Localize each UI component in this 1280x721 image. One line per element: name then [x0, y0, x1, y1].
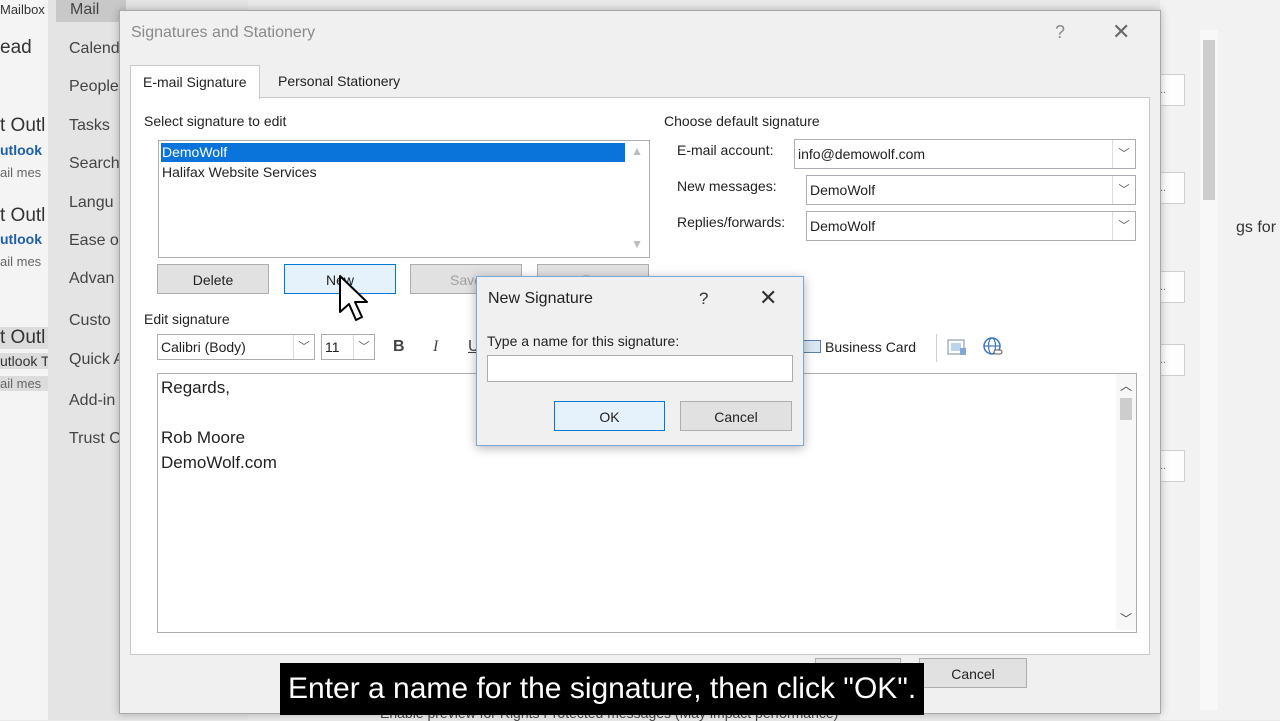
signature-list[interactable]: DemoWolf Halifax Website Services ▲ ▼	[158, 140, 650, 258]
nav-item-calendar[interactable]: Calend	[69, 40, 120, 58]
bg-scrollbar-thumb[interactable]	[1203, 40, 1215, 200]
toolbar-divider	[936, 334, 937, 362]
video-caption: Enter a name for the signature, then cli…	[280, 663, 925, 715]
nav-item-trust-center[interactable]: Trust C	[69, 430, 121, 448]
new-signature-cancel-button[interactable]: Cancel	[680, 401, 792, 431]
business-card-label: Business Card	[825, 339, 917, 355]
editor-scrollbar-thumb[interactable]	[1120, 398, 1132, 420]
bg-fragment: ead	[0, 37, 32, 58]
edit-signature-label: Edit signature	[144, 311, 230, 327]
bg-fragment: utlook T	[0, 353, 50, 369]
replies-forwards-label: Replies/forwards:	[677, 214, 786, 230]
signature-name-input[interactable]	[487, 355, 793, 382]
email-account-label: E-mail account:	[677, 142, 774, 158]
replies-forwards-select[interactable]: DemoWolf ﹀	[806, 211, 1136, 241]
bg-fragment: t Outl	[0, 205, 46, 226]
dialog-title: Signatures and Stationery	[131, 24, 316, 41]
email-account-value: info@demowolf.com	[798, 146, 926, 162]
help-icon[interactable]: ?	[699, 289, 708, 309]
list-item[interactable]: Halifax Website Services	[161, 163, 625, 182]
scroll-up-icon[interactable]: ︿	[1120, 377, 1132, 394]
scroll-down-icon[interactable]: ﹀	[1120, 610, 1132, 627]
bold-button[interactable]: B	[393, 338, 405, 356]
italic-button[interactable]: I	[433, 338, 438, 356]
select-signature-label: Select signature to edit	[144, 113, 287, 129]
new-messages-select[interactable]: DemoWolf ﹀	[806, 175, 1136, 205]
bg-fragment: utlook	[0, 231, 42, 247]
font-size-select[interactable]: 11 ﹀	[321, 334, 375, 360]
tab-email-signature[interactable]: E-mail Signature	[130, 65, 260, 99]
bg-fragment: ail mes	[0, 254, 42, 269]
font-value: Calibri (Body)	[161, 339, 246, 355]
list-item[interactable]: DemoWolf	[161, 143, 625, 162]
chevron-down-icon[interactable]: ﹀	[1112, 140, 1135, 168]
tab-personal-stationery[interactable]: Personal Stationery	[266, 65, 412, 97]
cancel-button[interactable]: Cancel	[919, 658, 1027, 688]
signature-name-label: Type a name for this signature:	[487, 333, 680, 349]
bg-button[interactable]: ..	[1160, 450, 1185, 482]
insert-picture-icon[interactable]	[946, 336, 968, 363]
chevron-down-icon[interactable]: ﹀	[293, 335, 314, 359]
choose-default-label: Choose default signature	[664, 113, 820, 129]
new-messages-label: New messages:	[677, 178, 777, 194]
business-card-button[interactable]: Business Card	[803, 339, 916, 355]
bg-fragment: utlook	[0, 142, 42, 158]
editor-line: Regards,	[161, 378, 230, 397]
nav-item-language[interactable]: Langu	[69, 194, 114, 212]
nav-item-tasks[interactable]: Tasks	[69, 117, 110, 135]
bg-fragment: t Outl	[0, 115, 46, 136]
insert-hyperlink-icon[interactable]	[982, 336, 1004, 363]
bg-fragment: Mailbox	[0, 2, 45, 17]
bg-button[interactable]: ..	[1160, 344, 1185, 376]
bg-fragment: t Outl	[0, 327, 48, 349]
nav-item-mail[interactable]: Mail	[70, 1, 99, 19]
scroll-down-icon[interactable]: ▼	[631, 237, 643, 251]
bg-button[interactable]: ..	[1160, 74, 1185, 106]
nav-item-add-ins[interactable]: Add-in	[69, 392, 115, 410]
nav-item-quick-access[interactable]: Quick A	[69, 351, 124, 369]
bg-button[interactable]: ..	[1160, 172, 1185, 204]
new-signature-ok-button[interactable]: OK	[554, 401, 665, 431]
new-messages-value: DemoWolf	[810, 182, 876, 198]
close-icon[interactable]: ✕	[759, 285, 777, 311]
email-account-select[interactable]: info@demowolf.com ﹀	[794, 139, 1136, 169]
new-signature-title: New Signature	[488, 290, 593, 307]
font-select[interactable]: Calibri (Body) ﹀	[157, 334, 315, 360]
help-icon[interactable]: ?	[1055, 22, 1065, 43]
delete-button[interactable]: Delete	[157, 264, 269, 294]
chevron-down-icon[interactable]: ﹀	[1112, 212, 1135, 240]
mouse-cursor-icon	[338, 274, 372, 327]
new-signature-dialog: New Signature ? ✕ Type a name for this s…	[476, 276, 804, 446]
scroll-up-icon[interactable]: ▲	[631, 144, 643, 158]
editor-line: Rob Moore	[161, 428, 246, 447]
nav-item-search[interactable]: Search	[69, 155, 120, 173]
chevron-down-icon[interactable]: ﹀	[353, 335, 374, 359]
bg-fragment: ail mes	[0, 376, 48, 391]
nav-item-advanced[interactable]: Advan	[69, 270, 114, 288]
nav-item-ease-of-access[interactable]: Ease o	[69, 232, 119, 250]
font-size-value: 11	[325, 339, 340, 355]
close-icon[interactable]: ✕	[1112, 19, 1130, 45]
business-card-icon	[803, 340, 821, 353]
nav-item-people[interactable]: People	[69, 78, 119, 96]
editor-line: DemoWolf.com	[161, 453, 277, 472]
bg-right-text: gs for	[1236, 219, 1277, 236]
nav-item-customize-ribbon[interactable]: Custo	[69, 312, 111, 330]
background-left-panel: Mailbox ead t Outl utlook ail mes t Outl…	[0, 0, 50, 720]
chevron-down-icon[interactable]: ﹀	[1112, 176, 1135, 204]
bg-fragment: ail mes	[0, 165, 42, 180]
editor-scrollbar[interactable]: ︿ ﹀	[1116, 374, 1136, 630]
replies-forwards-value: DemoWolf	[810, 218, 876, 234]
bg-button[interactable]: ..	[1160, 271, 1185, 303]
